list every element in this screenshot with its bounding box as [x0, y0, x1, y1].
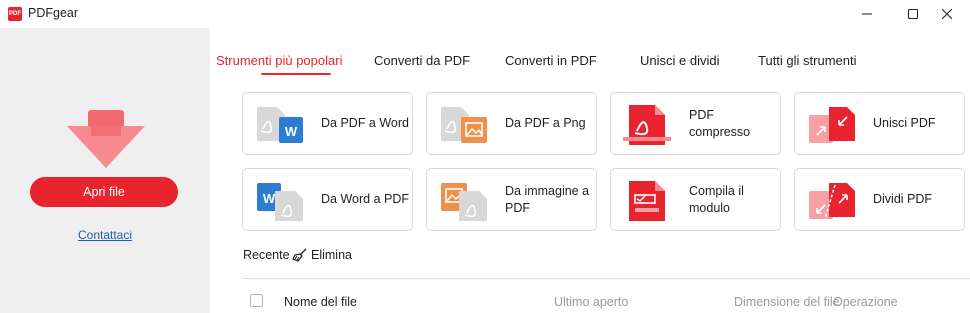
divider	[242, 278, 970, 279]
tool-card-image-to-pdf[interactable]: Da immagine a PDF	[426, 168, 597, 231]
image-to-pdf-icon	[441, 183, 487, 221]
tool-label: Da PDF a Png	[505, 116, 586, 130]
svg-text:W: W	[263, 191, 276, 206]
select-all-checkbox[interactable]	[250, 294, 263, 307]
tool-card-pdf-to-png[interactable]: Da PDF a Png	[426, 92, 597, 155]
pdf-to-png-icon	[441, 107, 487, 143]
tab-convert-from-pdf[interactable]: Converti da PDF	[374, 53, 470, 68]
column-header-name[interactable]: Nome del file	[284, 295, 357, 309]
tool-card-fill-form[interactable]: Compila il modulo	[610, 168, 781, 231]
column-header-operation: Operazione	[833, 295, 898, 309]
title-bar: PDF PDFgear	[0, 0, 970, 28]
pdfgear-logo-icon: PDF	[8, 7, 22, 21]
tool-label: Dividi PDF	[873, 192, 933, 206]
column-header-size[interactable]: Dimensione del file	[734, 295, 840, 309]
tool-label: PDF compresso	[689, 107, 751, 139]
active-tab-indicator	[261, 73, 331, 75]
word-to-pdf-icon: W	[257, 183, 303, 221]
delete-label: Elimina	[311, 248, 352, 262]
tool-label: Compila il modulo	[689, 183, 744, 215]
tab-most-popular[interactable]: Strumenti più popolari	[216, 53, 342, 68]
tool-label: Da PDF a Word	[321, 116, 409, 130]
tool-label: Da Word a PDF	[321, 192, 409, 206]
tool-card-split-pdf[interactable]: Dividi PDF	[794, 168, 965, 231]
tab-all-tools[interactable]: Tutti gli strumenti	[758, 53, 857, 68]
compress-pdf-icon	[623, 105, 671, 145]
fill-form-icon	[629, 181, 665, 221]
split-pdf-icon	[809, 183, 855, 220]
contact-link[interactable]: Contattaci	[0, 228, 210, 242]
maximize-icon	[908, 9, 918, 19]
sidebar	[0, 28, 210, 313]
tool-label: Da immagine a PDF	[505, 183, 590, 215]
open-file-button[interactable]: Apri file	[30, 177, 178, 207]
tool-card-compress-pdf[interactable]: PDF compresso	[610, 92, 781, 155]
app-title: PDFgear	[28, 6, 79, 20]
tool-card-word-to-pdf[interactable]: W Da Word a PDF	[242, 168, 413, 231]
tool-label: Unisci PDF	[873, 116, 936, 130]
tool-card-pdf-to-word[interactable]: W Da PDF a Word	[242, 92, 413, 155]
close-icon	[942, 9, 952, 19]
category-tabs: Strumenti più popolari Converti da PDF C…	[210, 50, 970, 76]
minimize-button[interactable]	[844, 0, 890, 28]
column-header-last-opened[interactable]: Ultimo aperto	[554, 295, 628, 309]
tab-merge-split[interactable]: Unisci e dividi	[640, 53, 719, 68]
minimize-icon	[862, 13, 872, 15]
download-arrow-icon	[67, 110, 145, 168]
merge-pdf-icon	[809, 107, 855, 143]
delete-button[interactable]: Elimina	[292, 248, 352, 262]
broom-icon	[292, 248, 307, 262]
recent-title: Recente	[243, 248, 290, 262]
close-button[interactable]	[924, 0, 970, 28]
tab-convert-to-pdf[interactable]: Converti in PDF	[505, 53, 597, 68]
pdf-to-word-icon: W	[257, 107, 303, 143]
svg-text:W: W	[285, 124, 298, 139]
tool-card-merge-pdf[interactable]: Unisci PDF	[794, 92, 965, 155]
